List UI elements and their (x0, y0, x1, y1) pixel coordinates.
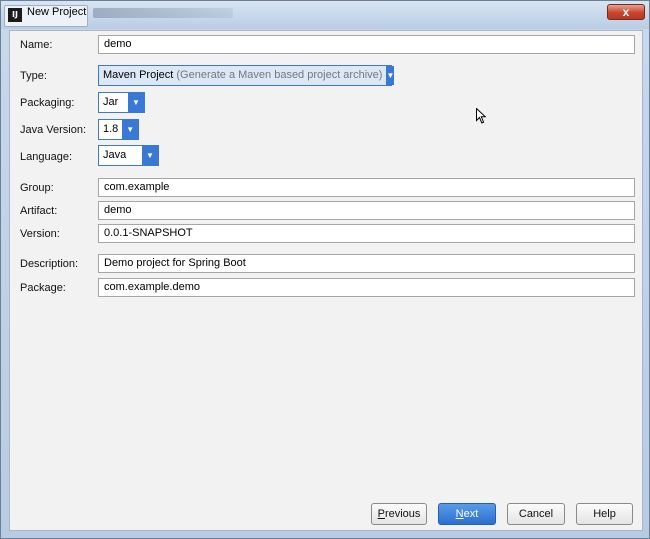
version-label: Version: (20, 228, 60, 240)
artifact-field[interactable]: demo (98, 201, 635, 220)
java-version-label: Java Version: (20, 124, 87, 136)
previous-mnemonic: P (377, 508, 385, 520)
previous-button[interactable]: Previous (371, 503, 427, 525)
dialog-window: IJ New Project x Name: demo Type: Maven … (0, 0, 650, 539)
description-field[interactable]: Demo project for Spring Boot (98, 254, 635, 273)
packaging-select[interactable]: Jar ▼ (98, 92, 145, 113)
close-button[interactable]: x (607, 4, 645, 20)
version-field[interactable]: 0.0.1-SNAPSHOT (98, 224, 635, 243)
name-label: Name: (20, 39, 53, 51)
artifact-label: Artifact: (20, 205, 58, 217)
type-hint: (Generate a Maven based project archive) (176, 69, 383, 81)
previous-label-rest: revious (384, 508, 421, 520)
chevron-down-icon: ▼ (386, 66, 395, 85)
type-select[interactable]: Maven Project (Generate a Maven based pr… (98, 65, 395, 86)
chevron-down-icon: ▼ (128, 93, 144, 112)
mouse-pointer-icon (476, 108, 486, 124)
language-select[interactable]: Java ▼ (98, 145, 159, 166)
type-value: Maven Project (103, 69, 174, 81)
title-bar[interactable]: IJ New Project x (1, 1, 649, 29)
close-icon: x (622, 5, 630, 19)
chevron-down-icon: ▼ (142, 146, 158, 165)
intellij-icon: IJ (8, 8, 22, 22)
language-label: Language: (20, 151, 72, 163)
group-label: Group: (20, 182, 54, 194)
chevron-down-icon: ▼ (122, 120, 138, 139)
group-field[interactable]: com.example (98, 178, 635, 197)
window-title: New Project (27, 6, 87, 18)
language-value: Java (103, 149, 127, 161)
packaging-value: Jar (103, 96, 119, 108)
background-window-title (93, 8, 233, 18)
java-version-select[interactable]: 1.8 ▼ (98, 119, 139, 140)
cancel-button[interactable]: Cancel (507, 503, 565, 525)
package-label: Package: (20, 282, 66, 294)
name-field[interactable]: demo (98, 35, 635, 54)
type-label: Type: (20, 70, 47, 82)
description-label: Description: (20, 258, 79, 270)
packaging-label: Packaging: (20, 97, 75, 109)
type-select-value: Maven Project (Generate a Maven based pr… (99, 66, 386, 85)
next-mnemonic: N (455, 508, 464, 520)
package-field[interactable]: com.example.demo (98, 278, 635, 297)
next-button[interactable]: Next (438, 503, 496, 525)
help-button[interactable]: Help (576, 503, 633, 525)
next-label-rest: ext (463, 508, 479, 520)
java-version-value: 1.8 (103, 123, 119, 135)
